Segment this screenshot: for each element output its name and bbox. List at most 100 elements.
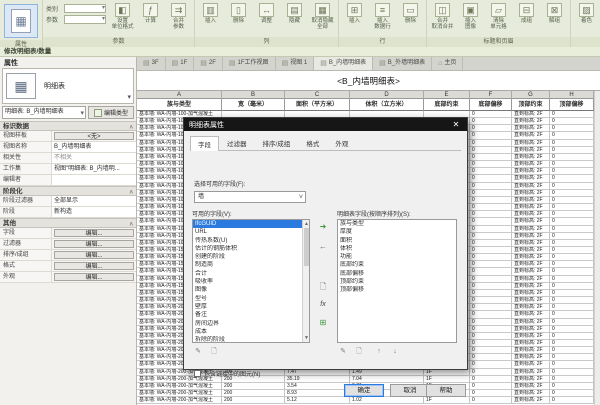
table-cell[interactable]: 0 — [550, 190, 594, 197]
table-cell[interactable]: 0 — [470, 311, 512, 318]
table-cell[interactable]: 直到标高: 2F — [512, 268, 550, 275]
table-cell[interactable]: 直到标高: 2F — [512, 397, 550, 404]
table-cell[interactable]: 0 — [550, 154, 594, 161]
table-cell[interactable]: 直到标高: 2F — [512, 211, 550, 218]
table-cell[interactable]: 0 — [550, 125, 594, 132]
table-cell[interactable]: 直到标高: 2F — [512, 383, 550, 390]
dialog-tab-字段[interactable]: 字段 — [190, 136, 219, 151]
column-header[interactable]: 顶部约束 — [512, 99, 550, 111]
scroll-up-icon[interactable]: ▲ — [303, 220, 310, 228]
table-cell[interactable]: 8.93 — [285, 390, 350, 397]
view-tab-2F[interactable]: ▤2F — [194, 57, 223, 70]
table-cell[interactable]: 0 — [470, 218, 512, 225]
table-cell[interactable]: 直到标高: 2F — [512, 168, 550, 175]
table-cell[interactable]: 直到标高: 2F — [512, 161, 550, 168]
available-field-item[interactable]: 备注 — [193, 311, 309, 319]
edit-button[interactable]: 编辑... — [54, 251, 134, 259]
delete-scheduled-field-button[interactable]: 🗋 — [353, 347, 365, 358]
table-cell[interactable]: 直到标高: 2F — [512, 247, 550, 254]
table-cell[interactable]: 直到标高: 2F — [512, 376, 550, 383]
table-cell[interactable]: 0 — [470, 132, 512, 139]
delete-available-field-button[interactable]: 🗋 — [208, 347, 220, 358]
调整-button[interactable]: ↔调整 — [253, 2, 280, 24]
available-field-item[interactable]: 拆除的阶段 — [193, 336, 309, 343]
view-tab-3F[interactable]: ▤3F — [137, 57, 166, 70]
table-cell[interactable]: 直到标高: 2F — [512, 233, 550, 240]
table-cell[interactable]: 0 — [470, 183, 512, 190]
properties-button[interactable]: ▦ — [4, 4, 38, 38]
解组-button[interactable]: ⊠解组 — [541, 2, 568, 24]
table-cell[interactable]: 直到标高: 2F — [512, 118, 550, 125]
dialog-titlebar[interactable]: 明细表属性 ✕ — [184, 118, 467, 131]
table-cell[interactable]: 0 — [470, 376, 512, 383]
table-cell[interactable]: 直到标高: 2F — [512, 125, 550, 132]
删除-button[interactable]: ▭删除 — [397, 2, 424, 24]
table-cell[interactable]: 0 — [470, 390, 512, 397]
插入-button[interactable]: ▥插入 — [197, 2, 224, 24]
table-cell[interactable]: 直到标高: 2F — [512, 190, 550, 197]
table-cell[interactable]: 0 — [550, 132, 594, 139]
edit-available-field-button[interactable]: ✎ — [192, 347, 204, 358]
类别-combo[interactable] — [64, 4, 106, 13]
table-cell[interactable]: 200 — [222, 383, 285, 390]
table-cell[interactable]: 0 — [550, 276, 594, 283]
合并参数-button[interactable]: ⇉合并 参数 — [165, 2, 192, 30]
table-cell[interactable]: 0 — [470, 233, 512, 240]
table-cell[interactable]: 0 — [470, 283, 512, 290]
cancel-button[interactable]: 取消 — [390, 384, 430, 397]
table-cell[interactable]: 1F — [424, 397, 470, 404]
move-field-up-button[interactable]: ↑ — [373, 347, 385, 358]
scheduled-field-item[interactable]: 功能 — [338, 253, 456, 261]
table-cell[interactable]: 直到标高: 2F — [512, 111, 550, 118]
table-cell[interactable]: 直到标高: 2F — [512, 326, 550, 333]
table-cell[interactable]: 0 — [470, 369, 512, 376]
dialog-tab-过滤器[interactable]: 过滤器 — [219, 135, 255, 150]
table-cell[interactable]: 1.02 — [350, 397, 424, 404]
取消隐藏全部-button[interactable]: ▦取消隐藏 全部 — [309, 2, 336, 30]
table-cell[interactable]: 0 — [470, 147, 512, 154]
available-field-item[interactable]: 图像 — [193, 286, 309, 294]
view-tab-1F工作视图[interactable]: ▤1F工作视图 — [223, 57, 276, 70]
设置单位格式-button[interactable]: ◧设置 单位格式 — [109, 2, 136, 30]
column-header[interactable]: 底部约束 — [424, 99, 470, 111]
table-cell[interactable]: 0 — [550, 326, 594, 333]
table-cell[interactable]: 0 — [470, 161, 512, 168]
table-cell[interactable]: 直到标高: 2F — [512, 226, 550, 233]
available-field-item[interactable]: URL — [193, 228, 309, 236]
table-cell[interactable]: 5.12 — [285, 397, 350, 404]
table-cell[interactable]: 直到标高: 2F — [512, 183, 550, 190]
table-cell[interactable]: 0 — [470, 261, 512, 268]
view-tab-视图 1[interactable]: ▤视图 1 — [276, 57, 315, 70]
view-tab-B_外墙明细表[interactable]: ▤B_外墙明细表 — [373, 57, 432, 70]
table-cell[interactable]: 直到标高: 2F — [512, 304, 550, 311]
table-cell[interactable]: 0 — [550, 218, 594, 225]
scheduled-field-item[interactable]: 顶部偏移 — [338, 286, 456, 294]
close-icon[interactable]: ✕ — [445, 120, 467, 129]
table-cell[interactable]: 直到标高: 2F — [512, 132, 550, 139]
table-cell[interactable]: 0 — [550, 376, 594, 383]
table-cell[interactable]: 0 — [550, 354, 594, 361]
table-cell[interactable]: 0 — [470, 354, 512, 361]
table-cell[interactable]: 0 — [550, 304, 594, 311]
table-cell[interactable]: 0 — [470, 304, 512, 311]
edit-button[interactable]: 编辑... — [54, 240, 134, 248]
calculated-value-button[interactable]: fx — [315, 299, 331, 312]
edit-button[interactable]: 编辑... — [54, 273, 134, 281]
available-field-item[interactable]: 制造商 — [193, 261, 309, 269]
table-cell[interactable]: 0 — [550, 261, 594, 268]
table-cell[interactable]: 基本墙: WA-内墙-200-加气混凝土 — [137, 390, 222, 397]
table-cell[interactable]: 0 — [550, 140, 594, 147]
table-cell[interactable]: 直到标高: 2F — [512, 175, 550, 182]
删除-button[interactable]: ▯删除 — [225, 2, 252, 24]
scheduled-field-item[interactable]: 族与类型 — [338, 220, 456, 228]
dialog-tab-格式[interactable]: 格式 — [298, 135, 327, 150]
table-cell[interactable]: 0 — [470, 197, 512, 204]
edit-button[interactable]: <无> — [54, 132, 134, 140]
table-cell[interactable]: 直到标高: 2F — [512, 147, 550, 154]
插入数据行-button[interactable]: ≡插入 数据行 — [369, 2, 396, 30]
table-cell[interactable]: 直到标高: 2F — [512, 311, 550, 318]
scheduled-field-item[interactable]: 厚度 — [338, 228, 456, 236]
table-cell[interactable]: 0 — [550, 347, 594, 354]
table-cell[interactable]: 直到标高: 2F — [512, 240, 550, 247]
table-cell[interactable]: 0 — [470, 204, 512, 211]
